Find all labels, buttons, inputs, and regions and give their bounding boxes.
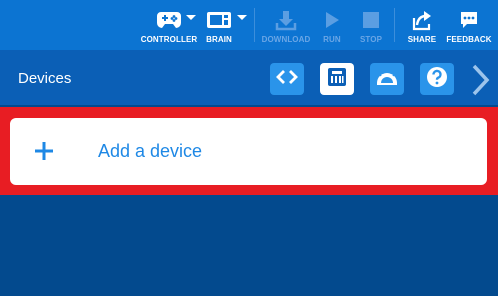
- plus-icon: [34, 141, 54, 161]
- feedback-chat-icon: [459, 8, 479, 32]
- feedback-label: FEEDBACK: [446, 35, 492, 44]
- brain-label: BRAIN: [206, 35, 232, 44]
- dashboard-gauge-icon: [375, 67, 399, 92]
- run-button[interactable]: RUN: [318, 0, 346, 50]
- add-device-label: Add a device: [98, 141, 203, 161]
- controller-dropdown-caret-icon[interactable]: [186, 15, 196, 20]
- chevron-right-icon[interactable]: [470, 64, 492, 96]
- dashboard-button[interactable]: [370, 63, 404, 95]
- top-toolbar: CONTROLLER BRAIN DOWNLOAD RUN STOP SHARE…: [0, 0, 498, 50]
- brain-device-icon: [206, 8, 232, 32]
- code-icon: [276, 69, 298, 90]
- help-button[interactable]: [420, 63, 454, 95]
- code-view-button[interactable]: [270, 63, 304, 95]
- feedback-button[interactable]: FEEDBACK: [446, 0, 492, 50]
- stop-icon: [362, 8, 380, 32]
- brain-button[interactable]: BRAIN: [203, 0, 235, 50]
- devices-view-button[interactable]: [320, 63, 354, 95]
- add-device-highlight-frame: Add a device: [0, 107, 498, 195]
- toolbar-divider: [394, 8, 395, 42]
- share-icon: [411, 8, 433, 32]
- play-icon: [323, 8, 341, 32]
- share-button[interactable]: SHARE: [404, 0, 440, 50]
- stop-button[interactable]: STOP: [356, 0, 386, 50]
- add-device-button[interactable]: Add a device: [10, 118, 487, 185]
- download-button[interactable]: DOWNLOAD: [260, 0, 312, 50]
- controller-label: CONTROLLER: [140, 35, 198, 44]
- run-label: RUN: [323, 35, 341, 44]
- controller-button[interactable]: CONTROLLER: [140, 0, 198, 50]
- toolbar-divider: [254, 8, 255, 42]
- share-label: SHARE: [407, 35, 437, 44]
- help-icon: [426, 66, 448, 93]
- download-label: DOWNLOAD: [261, 35, 311, 44]
- brain-dropdown-caret-icon[interactable]: [237, 15, 247, 20]
- page-title: Devices: [18, 70, 72, 87]
- gamepad-icon: [156, 8, 182, 32]
- device-port-icon: [327, 67, 347, 92]
- devices-header: Devices: [0, 50, 498, 105]
- download-icon: [275, 8, 297, 32]
- stop-label: STOP: [359, 35, 383, 44]
